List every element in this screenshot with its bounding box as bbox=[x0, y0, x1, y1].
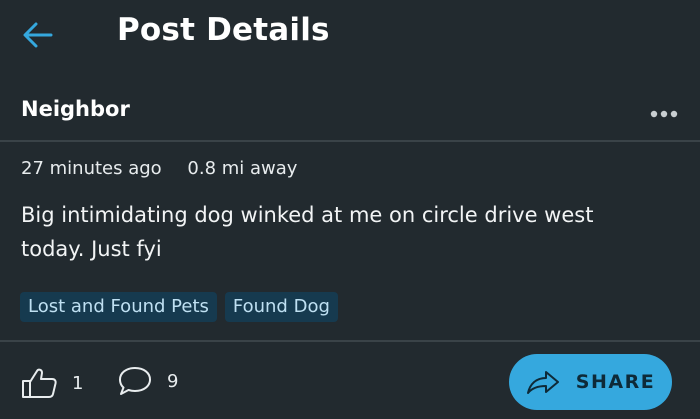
divider bbox=[0, 140, 700, 142]
comment-bubble-icon bbox=[119, 367, 151, 395]
share-arrow-icon bbox=[526, 371, 559, 394]
like-count: 1 bbox=[72, 372, 84, 394]
share-button[interactable]: SHARE bbox=[509, 354, 672, 410]
comment-count: 9 bbox=[167, 370, 179, 392]
tag-list: Lost and Found Pets Found Dog bbox=[20, 292, 338, 322]
post-body: Big intimidating dog winked at me on cir… bbox=[21, 203, 594, 261]
thumbs-up-icon bbox=[22, 368, 57, 398]
author-name[interactable]: Neighbor bbox=[21, 97, 130, 121]
post-time: 27 minutes ago bbox=[21, 158, 162, 179]
post-meta: 27 minutes ago 0.8 mi away bbox=[21, 158, 317, 179]
app-header: Post Details bbox=[0, 0, 700, 72]
action-bar: 1 9 SHARE bbox=[0, 345, 700, 419]
back-button[interactable] bbox=[18, 15, 58, 55]
more-options-button[interactable] bbox=[646, 102, 682, 126]
author-row: Neighbor bbox=[0, 88, 700, 138]
comment-button[interactable]: 9 bbox=[117, 365, 178, 397]
share-label: SHARE bbox=[575, 371, 656, 393]
post-distance: 0.8 mi away bbox=[187, 158, 298, 179]
arrow-left-icon bbox=[23, 22, 53, 48]
page-title: Post Details bbox=[117, 12, 330, 48]
post-details-screen: Post Details Neighbor 27 minutes ago 0.8… bbox=[0, 0, 700, 419]
tag-lost-and-found-pets[interactable]: Lost and Found Pets bbox=[20, 292, 217, 322]
tag-found-dog[interactable]: Found Dog bbox=[224, 292, 338, 322]
divider bbox=[0, 340, 700, 342]
more-dots-icon bbox=[650, 110, 678, 118]
like-button[interactable]: 1 bbox=[20, 367, 83, 399]
